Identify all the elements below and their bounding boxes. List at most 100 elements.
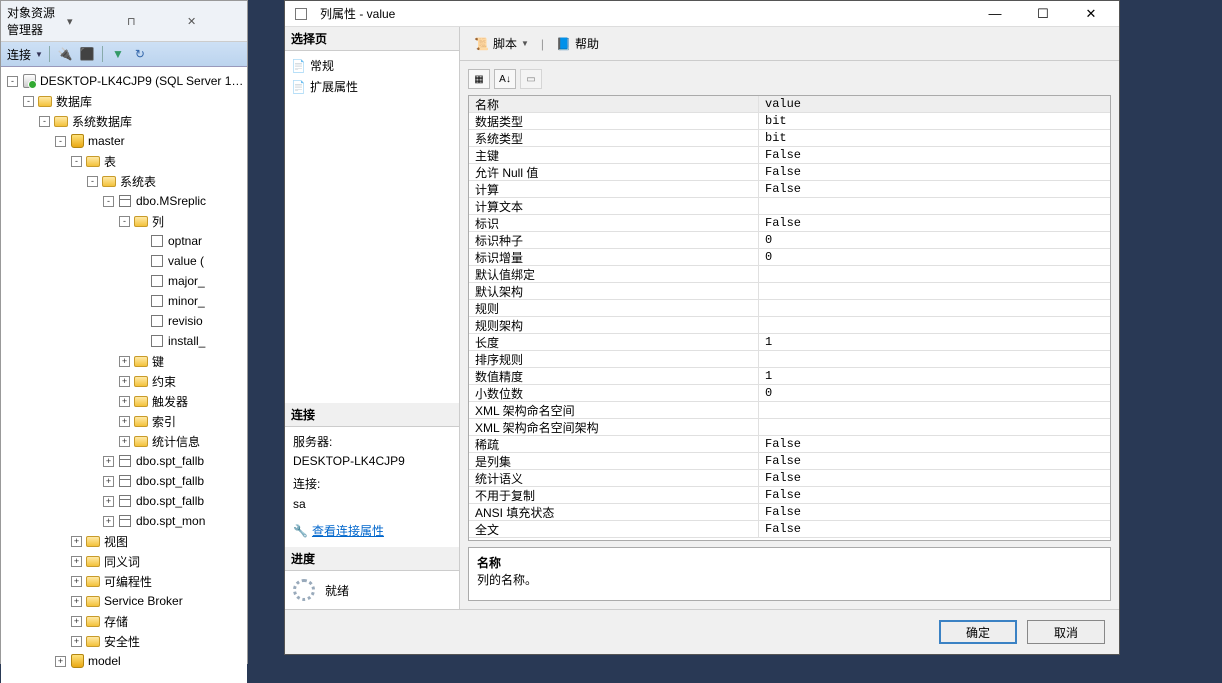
tree-item[interactable]: +约束 (1, 371, 247, 391)
property-value[interactable]: False (759, 521, 1110, 537)
property-value[interactable]: bit (759, 130, 1110, 146)
property-value[interactable] (759, 198, 1110, 214)
property-row[interactable]: 标识种子0 (469, 232, 1110, 249)
property-pages-button[interactable]: ▭ (520, 69, 542, 89)
property-row[interactable]: 统计语义False (469, 470, 1110, 487)
property-value[interactable]: False (759, 504, 1110, 520)
property-row[interactable]: 不用于复制False (469, 487, 1110, 504)
property-row[interactable]: 排序规则 (469, 351, 1110, 368)
tree-item[interactable]: +Service Broker (1, 591, 247, 611)
property-row[interactable]: 全文False (469, 521, 1110, 538)
page-general[interactable]: 📄常规 (291, 55, 453, 76)
property-value[interactable]: 0 (759, 385, 1110, 401)
tree-item[interactable]: +dbo.spt_fallb (1, 471, 247, 491)
property-value[interactable]: False (759, 147, 1110, 163)
expand-toggle[interactable]: + (71, 536, 82, 547)
expand-toggle[interactable]: + (71, 616, 82, 627)
property-value[interactable]: 0 (759, 249, 1110, 265)
property-row[interactable]: 默认架构 (469, 283, 1110, 300)
expand-toggle[interactable]: - (7, 76, 18, 87)
expand-toggle[interactable]: + (103, 456, 114, 467)
property-value[interactable] (759, 419, 1110, 435)
property-value[interactable] (759, 300, 1110, 316)
property-row[interactable]: 数据类型bit (469, 113, 1110, 130)
expand-toggle[interactable]: - (103, 196, 114, 207)
property-value[interactable]: False (759, 470, 1110, 486)
property-value[interactable]: False (759, 181, 1110, 197)
chevron-down-icon[interactable]: ▼ (521, 39, 529, 48)
connect-label[interactable]: 连接 (7, 46, 31, 63)
property-row[interactable]: 允许 Null 值False (469, 164, 1110, 181)
property-row[interactable]: 计算False (469, 181, 1110, 198)
help-button[interactable]: 📘 帮助 (550, 33, 605, 54)
tree-item[interactable]: revisio (1, 311, 247, 331)
property-row[interactable]: 标识False (469, 215, 1110, 232)
property-row[interactable]: 长度1 (469, 334, 1110, 351)
script-button[interactable]: 📜 脚本 ▼ (468, 33, 535, 54)
minimize-button[interactable]: — (975, 2, 1015, 26)
expand-toggle[interactable]: + (71, 556, 82, 567)
tree-item[interactable]: minor_ (1, 291, 247, 311)
expand-toggle[interactable]: + (119, 376, 130, 387)
tree-item[interactable]: +索引 (1, 411, 247, 431)
property-value[interactable]: False (759, 487, 1110, 503)
property-row[interactable]: 小数位数0 (469, 385, 1110, 402)
property-row[interactable]: 计算文本 (469, 198, 1110, 215)
cancel-button[interactable]: 取消 (1027, 620, 1105, 644)
property-row[interactable]: 数值精度1 (469, 368, 1110, 385)
expand-toggle[interactable]: + (103, 476, 114, 487)
property-row[interactable]: XML 架构命名空间 (469, 402, 1110, 419)
tree-item[interactable]: optnar (1, 231, 247, 251)
property-value[interactable] (759, 351, 1110, 367)
object-tree[interactable]: -DESKTOP-LK4CJP9 (SQL Server 1…-数据库-系统数据… (1, 67, 247, 683)
tree-item[interactable]: value ( (1, 251, 247, 271)
tree-item[interactable]: +触发器 (1, 391, 247, 411)
property-row[interactable]: 标识增量0 (469, 249, 1110, 266)
close-icon[interactable]: ✕ (187, 15, 241, 28)
expand-toggle[interactable]: - (23, 96, 34, 107)
tree-item[interactable]: -系统表 (1, 171, 247, 191)
property-value[interactable]: 0 (759, 232, 1110, 248)
expand-toggle[interactable]: + (119, 356, 130, 367)
property-value[interactable] (759, 317, 1110, 333)
refresh-icon[interactable]: ↻ (131, 45, 149, 63)
expand-toggle[interactable]: + (103, 496, 114, 507)
property-value[interactable]: False (759, 436, 1110, 452)
tree-item[interactable]: +dbo.spt_fallb (1, 451, 247, 471)
property-row[interactable]: 稀疏False (469, 436, 1110, 453)
maximize-button[interactable]: ☐ (1023, 2, 1063, 26)
property-row[interactable]: 名称value (469, 96, 1110, 113)
pin-icon[interactable]: ▾ (67, 15, 121, 28)
property-value[interactable]: False (759, 164, 1110, 180)
tree-item[interactable]: +model (1, 651, 247, 671)
expand-toggle[interactable]: - (71, 156, 82, 167)
tree-item[interactable]: +统计信息 (1, 431, 247, 451)
tree-item[interactable]: -表 (1, 151, 247, 171)
property-value[interactable] (759, 402, 1110, 418)
tree-item[interactable]: install_ (1, 331, 247, 351)
property-row[interactable]: 是列集False (469, 453, 1110, 470)
tree-item[interactable]: -DESKTOP-LK4CJP9 (SQL Server 1… (1, 71, 247, 91)
tree-item[interactable]: +安全性 (1, 631, 247, 651)
tree-item[interactable]: +视图 (1, 531, 247, 551)
property-value[interactable]: 1 (759, 368, 1110, 384)
tree-item[interactable]: +dbo.spt_mon (1, 511, 247, 531)
expand-toggle[interactable]: - (87, 176, 98, 187)
property-row[interactable]: 规则架构 (469, 317, 1110, 334)
alphabetize-button[interactable]: A↓ (494, 69, 516, 89)
tree-item[interactable]: +存储 (1, 611, 247, 631)
categorize-button[interactable]: ▦ (468, 69, 490, 89)
tree-item[interactable]: +可编程性 (1, 571, 247, 591)
expand-toggle[interactable]: + (119, 416, 130, 427)
expand-toggle[interactable]: + (119, 436, 130, 447)
property-row[interactable]: 系统类型bit (469, 130, 1110, 147)
property-value[interactable] (759, 283, 1110, 299)
expand-toggle[interactable]: + (71, 596, 82, 607)
tree-item[interactable]: -数据库 (1, 91, 247, 111)
property-value[interactable]: 1 (759, 334, 1110, 350)
property-row[interactable]: 规则 (469, 300, 1110, 317)
expand-toggle[interactable]: + (71, 576, 82, 587)
property-value[interactable]: False (759, 453, 1110, 469)
tree-item[interactable]: +dbo.spt_fallb (1, 491, 247, 511)
property-row[interactable]: 默认值绑定 (469, 266, 1110, 283)
